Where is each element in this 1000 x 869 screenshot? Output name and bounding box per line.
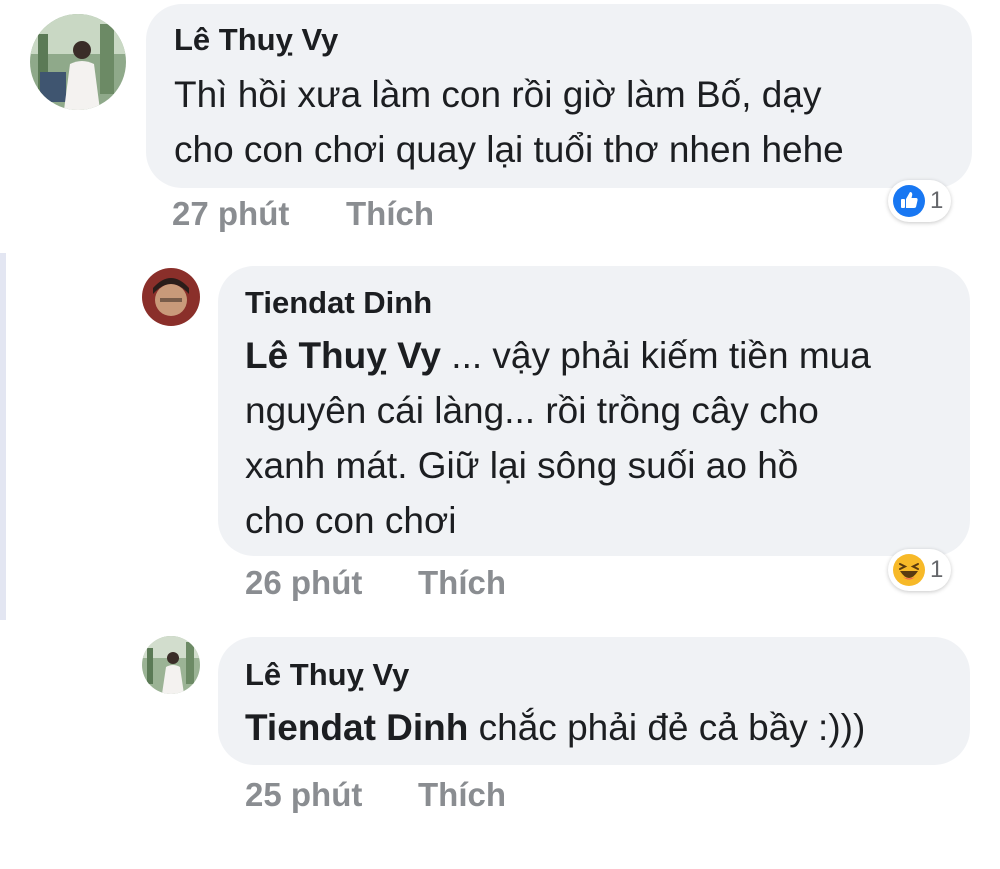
comment-author[interactable]: Tiendat Dinh — [245, 285, 432, 321]
reaction-summary[interactable]: 1 — [888, 549, 952, 591]
mention-link[interactable]: Lê Thuỵ Vy — [245, 335, 441, 376]
reaction-summary[interactable]: 1 — [888, 180, 952, 222]
comment-text-fragment: ... vậy phải kiếm tiền mua — [441, 335, 871, 376]
avatar[interactable] — [142, 268, 200, 326]
like-button[interactable]: Thích — [418, 564, 506, 602]
comment-text-line: cho con chơi quay lại tuổi thơ nhen hehe — [174, 129, 844, 170]
comment-author[interactable]: Lê Thuỵ Vy — [245, 657, 409, 693]
like-icon — [893, 185, 925, 217]
comment-time[interactable]: 27 phút — [172, 195, 289, 233]
comment-text-line: Tiendat Dinh chắc phải đẻ cả bầy :))) — [245, 700, 865, 755]
comment-text-line: xanh mát. Giữ lại sông suối ao hồ — [245, 445, 799, 486]
comment-text-line: Thì hồi xưa làm con rồi giờ làm Bố, dạy — [174, 74, 822, 115]
avatar[interactable] — [142, 636, 200, 694]
like-button[interactable]: Thích — [418, 776, 506, 814]
comment-text-line: Lê Thuỵ Vy ... vậy phải kiếm tiền mua — [245, 328, 871, 383]
comment-text: Thì hồi xưa làm con rồi giờ làm Bố, dạy … — [174, 67, 844, 177]
comment-text-fragment: chắc phải đẻ cả bầy :))) — [468, 707, 866, 748]
comment-time[interactable]: 25 phút — [245, 776, 362, 814]
haha-icon — [893, 554, 925, 586]
like-button[interactable]: Thích — [346, 195, 434, 233]
comment-author[interactable]: Lê Thuỵ Vy — [174, 22, 338, 58]
reply-thread-line — [0, 253, 6, 620]
comment-text: Tiendat Dinh chắc phải đẻ cả bầy :))) — [245, 700, 865, 755]
comment-text: Lê Thuỵ Vy ... vậy phải kiếm tiền mua ng… — [245, 328, 871, 548]
avatar[interactable] — [30, 14, 126, 110]
reaction-count: 1 — [930, 556, 944, 583]
comment-text-line: cho con chơi — [245, 500, 457, 541]
mention-link[interactable]: Tiendat Dinh — [245, 707, 468, 748]
reaction-count: 1 — [930, 187, 944, 214]
comment-time[interactable]: 26 phút — [245, 564, 362, 602]
comment-text-line: nguyên cái làng... rồi trồng cây cho — [245, 390, 819, 431]
